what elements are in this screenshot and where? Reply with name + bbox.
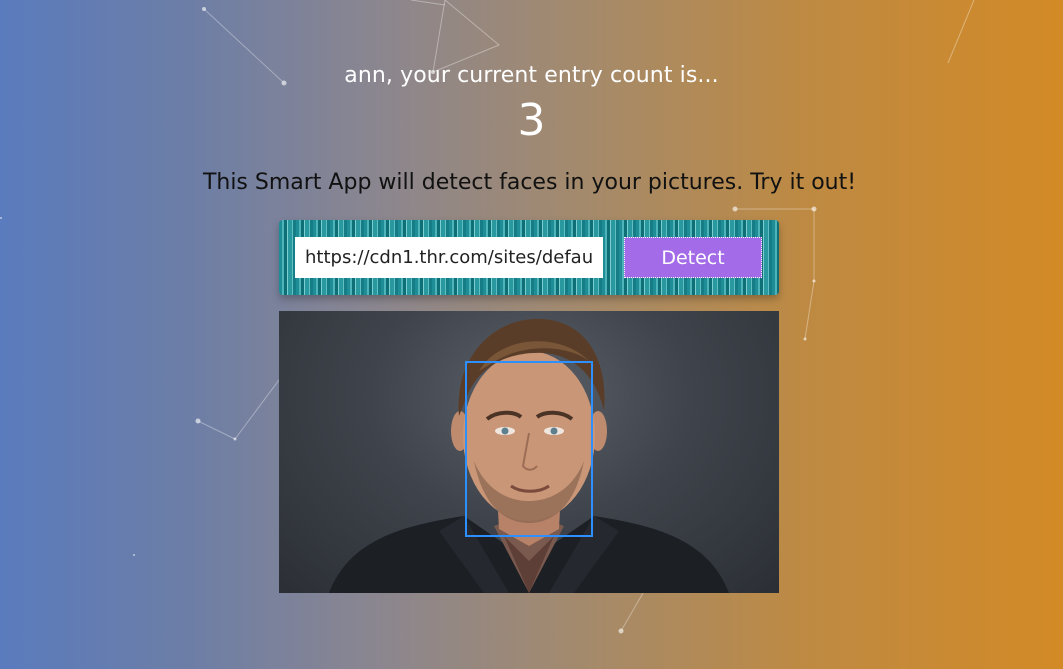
url-form-panel: Detect [279,220,779,295]
face-detection-box [465,361,593,537]
greeting-text: ann, your current entry count is... [344,63,719,88]
detect-button[interactable]: Detect [624,237,762,278]
app-description: This Smart App will detect faces in your… [202,170,857,195]
image-url-input[interactable] [295,237,603,278]
entry-count: 3 [517,95,546,146]
detected-photo [279,311,779,593]
